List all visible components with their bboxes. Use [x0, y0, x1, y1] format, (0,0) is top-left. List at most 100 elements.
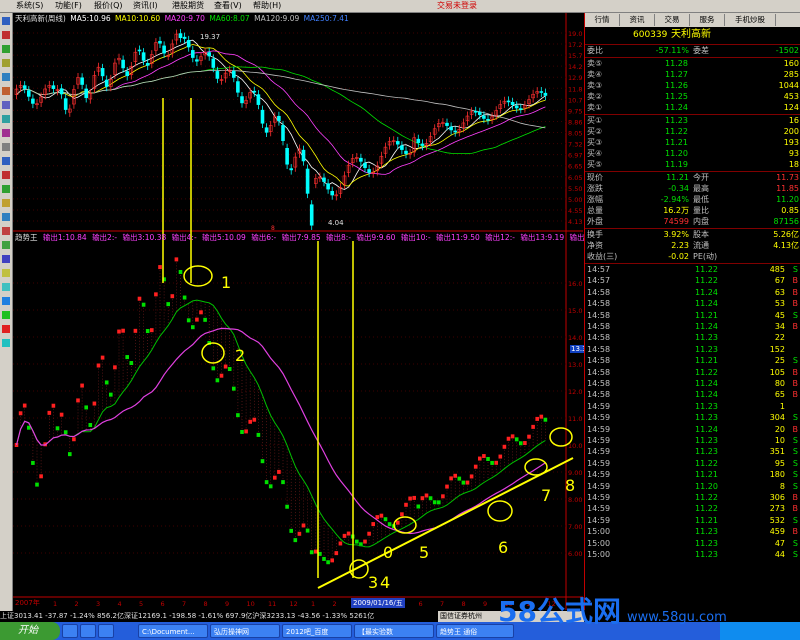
- menu-function[interactable]: 功能(F): [55, 0, 82, 12]
- draw-icon[interactable]: [2, 213, 10, 221]
- annotation-label: 3: [368, 573, 378, 592]
- tick-flag: B: [792, 322, 799, 331]
- up-arrow-icon[interactable]: [2, 297, 10, 305]
- trend-block: [31, 460, 35, 465]
- tick-flag: B: [792, 287, 799, 297]
- candle-body: [84, 88, 88, 99]
- menu-view[interactable]: 查看(V): [214, 0, 242, 12]
- top-y-tick: 4.13: [568, 218, 582, 226]
- top-y-tick: 10.73: [568, 96, 583, 104]
- tick-flag: S: [792, 265, 798, 274]
- search-icon[interactable]: [2, 157, 10, 165]
- output-12: 输出12:-: [485, 233, 515, 242]
- tick-price: 11.22: [695, 504, 718, 514]
- trend-block: [191, 325, 195, 330]
- indicator-title[interactable]: 趋势王: [15, 233, 38, 242]
- start-button[interactable]: 开始: [0, 622, 60, 640]
- quote-row: 现价 11.21 今开 11.73: [585, 173, 800, 183]
- trend-block: [293, 538, 298, 543]
- index-icon[interactable]: [2, 115, 10, 123]
- trend-block: [277, 469, 281, 474]
- taskbar-btn-web2[interactable]: 2012吧_百度: [282, 624, 352, 638]
- tick-row: 14:59 11.24 20 B: [585, 425, 800, 435]
- fundamental-value: -0.02: [668, 252, 689, 261]
- trend-block: [219, 373, 224, 378]
- trend-block: [51, 403, 56, 408]
- candle-body: [264, 127, 269, 133]
- tick-flag: S: [792, 356, 798, 366]
- candle-body: [482, 115, 486, 119]
- quicklaunch-desktop-icon[interactable]: [80, 624, 96, 638]
- news-icon[interactable]: [2, 199, 10, 207]
- plus-icon[interactable]: [2, 325, 10, 333]
- trend-block: [383, 517, 388, 522]
- tick-price: 11.23: [695, 401, 718, 411]
- bottom-y-tick: 14.00: [568, 334, 583, 342]
- system-tray[interactable]: [720, 622, 800, 640]
- menu-system[interactable]: 系统(S): [16, 0, 43, 12]
- f10-icon[interactable]: [2, 101, 10, 109]
- trend-block: [199, 310, 203, 315]
- taskbar-btn-web1[interactable]: 弘历操神网: [210, 624, 280, 638]
- trade-login-status[interactable]: 交易未登录: [437, 0, 477, 12]
- candle-body: [236, 81, 240, 93]
- trend-block: [252, 417, 257, 422]
- taskbar-btn-explorer[interactable]: C:\Document...: [138, 624, 208, 638]
- tab-mobile[interactable]: 手机炒股: [725, 14, 776, 26]
- zoom-out-icon[interactable]: [2, 241, 10, 249]
- tick-row: 14:58 11.24 34 B: [585, 322, 800, 332]
- refresh-icon[interactable]: [2, 339, 10, 347]
- tick-volume: 273: [769, 504, 785, 514]
- tab-quote[interactable]: 行情: [585, 14, 620, 26]
- menu-hk-futures[interactable]: 港股期货: [172, 0, 204, 12]
- alert-icon[interactable]: [2, 171, 10, 179]
- candle-body: [100, 68, 105, 77]
- candle-body: [260, 109, 265, 124]
- menu-info[interactable]: 资讯(I): [133, 0, 158, 12]
- ask-label: 卖②: [587, 92, 603, 101]
- menu-quote[interactable]: 报价(Q): [94, 0, 123, 12]
- kline-icon[interactable]: [2, 73, 10, 81]
- x-axis-month: 4: [118, 600, 122, 608]
- tab-service[interactable]: 服务: [690, 14, 725, 26]
- formula-icon[interactable]: [2, 185, 10, 193]
- output-2: 输出2:-: [92, 233, 118, 242]
- home-icon[interactable]: [2, 17, 10, 25]
- tick-price: 11.24: [695, 322, 718, 331]
- tick-icon[interactable]: [2, 87, 10, 95]
- top-y-tick: 15.71: [568, 52, 583, 60]
- period-icon[interactable]: [2, 283, 10, 291]
- taskbar-btn-app[interactable]: 【最实验数: [354, 624, 434, 638]
- tick-volume: 532: [769, 515, 785, 525]
- quicklaunch-ie-icon[interactable]: [62, 624, 78, 638]
- chart-area[interactable]: 19.00 17.28 15.71 14.29 12.98 11.80 10.73 9.75 8…: [13, 13, 599, 610]
- top-y-tick: 5.00: [568, 196, 582, 204]
- settings-icon[interactable]: [2, 143, 10, 151]
- tab-info[interactable]: 资讯: [620, 14, 655, 26]
- tick-time: 14:57: [587, 276, 611, 286]
- trend-block: [510, 434, 515, 439]
- grid-icon[interactable]: [2, 59, 10, 67]
- quicklaunch-media-icon[interactable]: [98, 624, 114, 638]
- list-icon[interactable]: [2, 45, 10, 53]
- ask-row: 卖② 11.25 453: [585, 92, 800, 102]
- trend-block: [363, 539, 367, 544]
- quote-value: 11.73: [776, 173, 799, 182]
- kline-chart-canvas[interactable]: 19.00 17.28 15.71 14.29 12.98 11.80 10.73 9.75 8…: [13, 13, 583, 610]
- prev-icon[interactable]: [2, 255, 10, 263]
- x-axis-month: 7: [182, 600, 186, 608]
- menu-help[interactable]: 帮助(H): [253, 0, 281, 12]
- next-icon[interactable]: [2, 269, 10, 277]
- trend-block: [428, 496, 433, 501]
- sector-icon[interactable]: [2, 129, 10, 137]
- trend-block: [117, 329, 121, 334]
- candle-body: [543, 92, 548, 96]
- zoom-in-icon[interactable]: [2, 227, 10, 235]
- candle-body: [178, 33, 183, 39]
- tab-trade[interactable]: 交易: [655, 14, 690, 26]
- down-arrow-icon[interactable]: [2, 311, 10, 319]
- trend-block: [211, 366, 216, 371]
- candle-body: [31, 98, 35, 104]
- candle-body: [473, 110, 478, 113]
- chart-icon[interactable]: [2, 31, 10, 39]
